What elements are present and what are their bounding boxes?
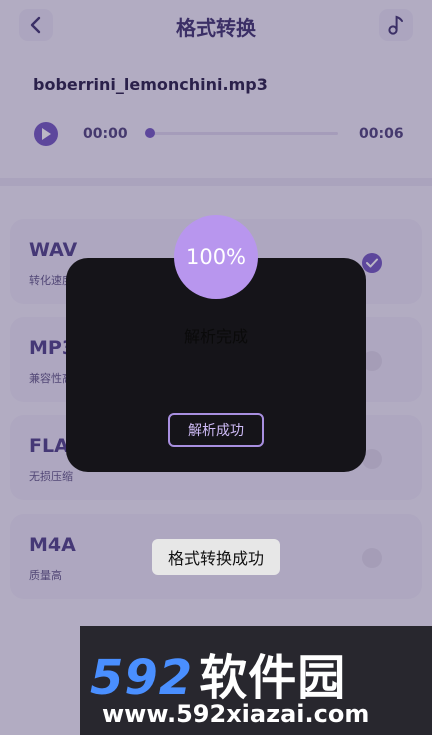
watermark-logo: 592 软件园 — [90, 638, 346, 708]
watermark-text: 软件园 — [199, 650, 347, 706]
progress-circle: 100% — [174, 215, 258, 299]
dialog-message: 解析完成 — [183, 327, 248, 346]
parse-success-button[interactable]: 解析成功 — [168, 413, 264, 447]
watermark-number: 592 — [90, 650, 194, 706]
watermark: 592 软件园 www.592xiazai.com — [80, 626, 432, 735]
toast-message: 格式转换成功 — [152, 539, 280, 575]
watermark-url: www.592xiazai.com — [102, 700, 370, 728]
app-screen: 格式转换 boberrini_lemonchini.mp3 00:00 00:0… — [0, 0, 432, 735]
